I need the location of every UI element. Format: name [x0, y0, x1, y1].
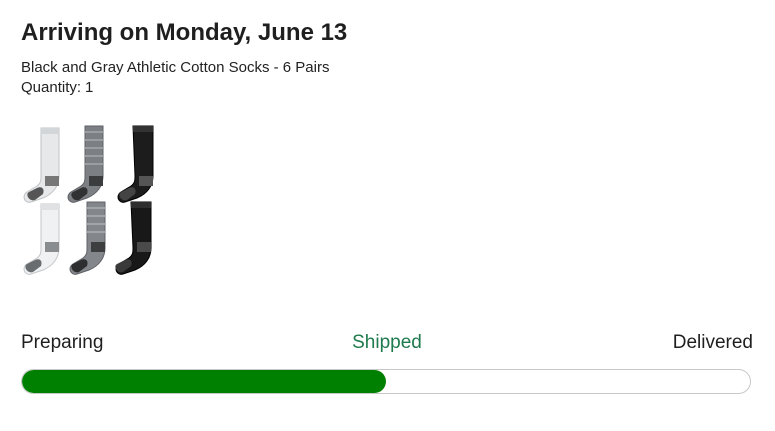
- product-image[interactable]: [21, 122, 161, 280]
- product-name: Black and Gray Athletic Cotton Socks - 6…: [21, 59, 330, 76]
- progress-step-labels: Preparing Shipped Delivered: [21, 330, 753, 356]
- step-label-shipped: Shipped: [352, 332, 422, 353]
- step-label-delivered: Delivered: [672, 332, 753, 353]
- quantity: Quantity: 1: [21, 78, 753, 98]
- order-card: Arriving on Monday, June 13 Black and Gr…: [21, 18, 753, 98]
- shipment-progress-bar: [21, 369, 751, 394]
- shipment-progress-fill: [22, 370, 386, 393]
- step-label-preparing: Preparing: [21, 332, 104, 353]
- quantity-label: Quantity:: [21, 79, 82, 96]
- sock-set-icon: [23, 125, 154, 275]
- quantity-value: 1: [85, 79, 94, 96]
- arrival-heading: Arriving on Monday, June 13: [21, 19, 348, 46]
